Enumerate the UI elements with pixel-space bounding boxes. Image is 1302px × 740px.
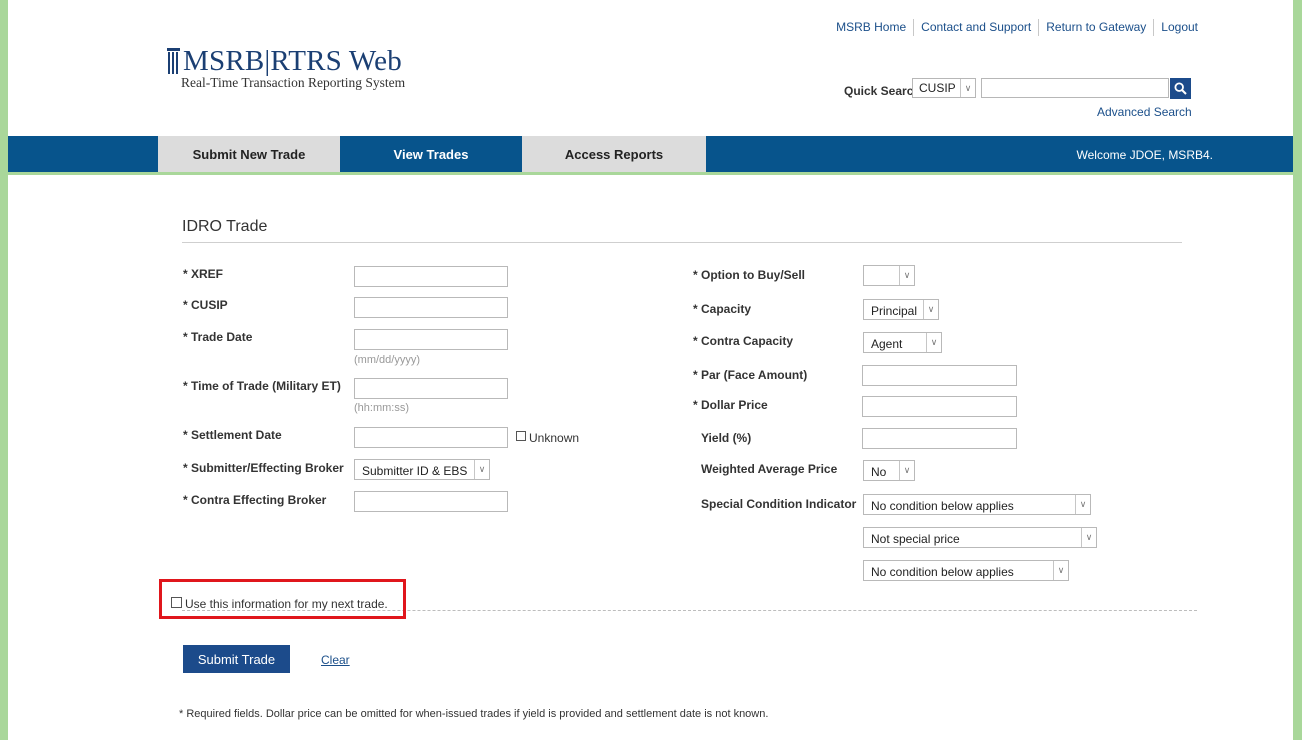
reuse-info-label: Use this information for my next trade.	[185, 597, 388, 611]
contact-support-link[interactable]: Contact and Support	[913, 19, 1038, 36]
par-label: * Par (Face Amount)	[693, 368, 808, 382]
quick-search-type-select[interactable]: CUSIP ∨	[912, 78, 976, 98]
yield-label: Yield (%)	[701, 431, 752, 445]
special-condition-select-1[interactable]: No condition below applies ∨	[863, 494, 1091, 515]
capacity-value: Principal	[871, 304, 918, 318]
msrb-home-link[interactable]: MSRB Home	[829, 19, 913, 36]
tab-access-reports[interactable]: Access Reports	[522, 136, 706, 172]
submit-trade-button[interactable]: Submit Trade	[183, 645, 290, 673]
logo-subtitle: Real-Time Transaction Reporting System	[181, 75, 406, 90]
dollar-price-label: * Dollar Price	[693, 398, 768, 412]
special-condition-value-2: Not special price	[871, 532, 960, 546]
trade-date-label: * Trade Date	[183, 330, 253, 344]
logout-link[interactable]: Logout	[1153, 19, 1205, 36]
special-condition-label: Special Condition Indicator	[701, 497, 857, 511]
chevron-down-icon: ∨	[926, 333, 941, 352]
search-icon	[1174, 82, 1187, 95]
submitter-value: Submitter ID & EBS	[362, 464, 468, 478]
special-condition-select-3[interactable]: No condition below applies ∨	[863, 560, 1069, 581]
return-gateway-link[interactable]: Return to Gateway	[1038, 19, 1153, 36]
chevron-down-icon: ∨	[474, 460, 489, 479]
chevron-down-icon: ∨	[899, 461, 914, 480]
contra-capacity-select[interactable]: Agent ∨	[863, 332, 942, 353]
special-condition-select-2[interactable]: Not special price ∨	[863, 527, 1097, 548]
chevron-down-icon: ∨	[923, 300, 938, 319]
capacity-label: * Capacity	[693, 302, 752, 316]
option-label: * Option to Buy/Sell	[693, 268, 806, 282]
reuse-info-checkbox[interactable]	[171, 597, 182, 608]
xref-label: * XREF	[183, 267, 224, 281]
quick-search-input[interactable]	[981, 78, 1169, 98]
contra-broker-label: * Contra Effecting Broker	[183, 493, 327, 507]
nav-divider	[8, 172, 1293, 175]
advanced-search-link[interactable]: Advanced Search	[1097, 105, 1192, 119]
title-divider	[182, 242, 1182, 243]
quick-search-type-value: CUSIP	[919, 81, 956, 95]
tab-view-trades[interactable]: View Trades	[340, 136, 522, 172]
submitter-select[interactable]: Submitter ID & EBS ∨	[354, 459, 490, 480]
trade-date-hint: (mm/dd/yyyy)	[354, 354, 420, 366]
submitter-label: * Submitter/Effecting Broker	[183, 461, 344, 475]
chevron-down-icon: ∨	[1075, 495, 1090, 514]
option-select[interactable]: ∨	[863, 265, 915, 286]
unknown-label: Unknown	[529, 431, 580, 445]
logo: MSRB|RTRS Web Real-Time Transaction Repo…	[167, 45, 405, 91]
settlement-date-input[interactable]	[354, 427, 508, 448]
capacity-select[interactable]: Principal ∨	[863, 299, 939, 320]
dollar-price-input[interactable]	[862, 396, 1017, 417]
chevron-down-icon: ∨	[960, 79, 975, 97]
time-of-trade-label: * Time of Trade (Military ET)	[183, 379, 341, 393]
tab-submit-new-trade[interactable]: Submit New Trade	[158, 136, 340, 172]
clear-link[interactable]: Clear	[321, 653, 350, 667]
contra-capacity-label: * Contra Capacity	[693, 334, 794, 348]
quick-search-label: Quick Search	[844, 84, 921, 98]
cusip-label: * CUSIP	[183, 298, 228, 312]
weighted-price-value: No	[871, 465, 887, 479]
top-links: MSRB Home Contact and Support Return to …	[829, 19, 1205, 36]
chevron-down-icon: ∨	[1053, 561, 1068, 580]
special-condition-value-3: No condition below applies	[871, 565, 1014, 579]
welcome-text: Welcome JDOE, MSRB4.	[1076, 148, 1213, 162]
par-input[interactable]	[862, 365, 1017, 386]
page-frame: MSRB Home Contact and Support Return to …	[8, 0, 1293, 740]
trade-date-input[interactable]	[354, 329, 508, 350]
unknown-checkbox[interactable]	[516, 431, 526, 441]
logo-title: MSRB|RTRS Web	[183, 45, 402, 77]
contra-broker-input[interactable]	[354, 491, 508, 512]
weighted-price-label: Weighted Average Price	[701, 462, 838, 476]
weighted-price-select[interactable]: No ∨	[863, 460, 915, 481]
chevron-down-icon: ∨	[1081, 528, 1096, 547]
footnote: * Required fields. Dollar price can be o…	[179, 708, 769, 720]
time-of-trade-input[interactable]	[354, 378, 508, 399]
yield-input[interactable]	[862, 428, 1017, 449]
settlement-date-label: * Settlement Date	[183, 428, 282, 442]
contra-capacity-value: Agent	[871, 337, 903, 351]
time-hint: (hh:mm:ss)	[354, 402, 409, 414]
chevron-down-icon: ∨	[899, 266, 914, 285]
page-title: IDRO Trade	[182, 218, 268, 235]
msrb-pillar-icon	[167, 48, 180, 74]
special-condition-value-1: No condition below applies	[871, 499, 1014, 513]
search-button[interactable]	[1170, 78, 1191, 99]
cusip-input[interactable]	[354, 297, 508, 318]
xref-input[interactable]	[354, 266, 508, 287]
